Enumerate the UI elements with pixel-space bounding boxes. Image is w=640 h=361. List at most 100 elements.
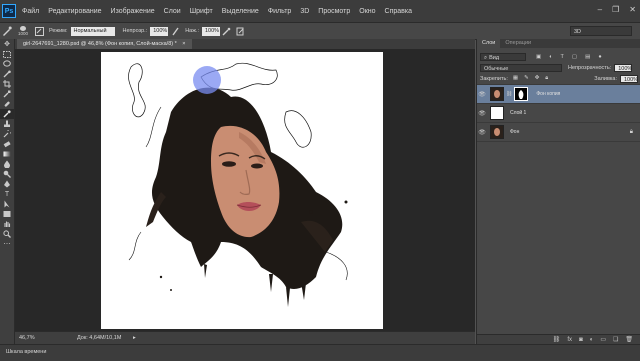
- flow-field[interactable]: 100%: [201, 26, 220, 36]
- lasso-tool-icon[interactable]: [0, 59, 14, 69]
- brush-picker-icon[interactable]: 1000: [16, 26, 30, 36]
- tab-layers[interactable]: Слои: [477, 39, 501, 48]
- menu-select[interactable]: Выделение: [222, 8, 259, 15]
- marquee-tool-icon[interactable]: [0, 49, 14, 59]
- layer-filter-select[interactable]: ⌕ Вид: [480, 52, 526, 61]
- type-tool-icon[interactable]: T: [0, 189, 14, 199]
- gradient-tool-icon[interactable]: [0, 149, 14, 159]
- menu-image[interactable]: Изображение: [111, 8, 155, 15]
- path-selection-tool-icon[interactable]: [0, 199, 14, 209]
- lock-position-icon[interactable]: ✥: [535, 75, 540, 82]
- brush-panel-icon[interactable]: [34, 26, 44, 36]
- menu-help[interactable]: Справка: [385, 8, 412, 15]
- healing-brush-tool-icon[interactable]: [0, 99, 14, 109]
- airbrush-icon[interactable]: [222, 26, 232, 36]
- close-button[interactable]: ✕: [629, 5, 636, 14]
- move-tool-icon[interactable]: ✥: [0, 39, 14, 49]
- restore-button[interactable]: ❐: [612, 5, 619, 14]
- artwork-image: [128, 62, 348, 307]
- zoom-tool-icon[interactable]: [0, 229, 14, 239]
- zoom-readout[interactable]: 46,7%: [19, 332, 35, 344]
- filter-toggle-icon[interactable]: ●: [598, 54, 601, 60]
- opacity-field[interactable]: 100%: [150, 26, 169, 36]
- menu-bar: Ps Файл Редактирование Изображение Слои …: [0, 0, 640, 22]
- lock-all-icon[interactable]: 🔒︎: [545, 75, 548, 82]
- visibility-eye-icon[interactable]: 👁︎: [477, 129, 487, 136]
- layer-style-icon[interactable]: fx: [567, 337, 572, 343]
- layer-name[interactable]: Фон: [510, 129, 519, 135]
- history-brush-tool-icon[interactable]: [0, 129, 14, 139]
- menu-window[interactable]: Окно: [359, 8, 375, 15]
- tools-panel: ✥ T ⋯: [0, 39, 15, 361]
- pressure-size-icon[interactable]: [236, 26, 246, 36]
- workspace-select[interactable]: 3D: [570, 26, 632, 36]
- timeline-panel: Шкала времени: [0, 344, 640, 361]
- document-tab-title: girl-2647691_1280.psd @ 46,8% (Фон копия…: [23, 41, 177, 47]
- layer-row-background[interactable]: 👁︎ Фон 🔒︎: [477, 123, 640, 142]
- status-menu-arrow[interactable]: ▸: [133, 332, 136, 344]
- brush-size-value: 1000: [17, 31, 28, 36]
- menu-view[interactable]: Просмотр: [318, 8, 350, 15]
- document-tab[interactable]: girl-2647691_1280.psd @ 46,8% (Фон копия…: [17, 39, 192, 49]
- crop-tool-icon[interactable]: [0, 79, 14, 89]
- flow-label: Наж.:: [185, 28, 199, 34]
- menu-3d[interactable]: 3D: [300, 8, 309, 15]
- link-layers-icon[interactable]: ⛓︎: [553, 336, 561, 343]
- tab-history[interactable]: Операции: [500, 39, 536, 48]
- lock-transparency-icon[interactable]: ▦: [513, 75, 518, 82]
- clone-stamp-tool-icon[interactable]: [0, 119, 14, 129]
- timeline-label[interactable]: Шкала времени: [6, 349, 46, 355]
- hand-tool-icon[interactable]: [0, 219, 14, 229]
- fill-field[interactable]: 100%: [620, 74, 638, 83]
- blend-mode-select[interactable]: Обычные: [480, 63, 562, 72]
- filter-smart-object-icon[interactable]: ▤: [585, 54, 590, 60]
- shape-tool-icon[interactable]: [0, 209, 14, 219]
- menu-filter[interactable]: Фильтр: [268, 8, 292, 15]
- layer-mask-thumbnail[interactable]: [514, 87, 529, 101]
- pen-tool-icon[interactable]: [0, 179, 14, 189]
- menu-type[interactable]: Шрифт: [190, 8, 213, 15]
- document-tab-close-icon[interactable]: ×: [182, 41, 185, 47]
- visibility-eye-icon[interactable]: 👁︎: [477, 110, 487, 117]
- filter-pixel-icon[interactable]: ▣: [536, 54, 541, 60]
- document-canvas[interactable]: [101, 52, 383, 329]
- mode-label: Режим:: [49, 28, 68, 34]
- filter-adjustment-icon[interactable]: ◐: [549, 54, 552, 60]
- pressure-opacity-icon[interactable]: [170, 26, 180, 36]
- layer-name[interactable]: Фон копия: [536, 91, 560, 97]
- layer-thumbnail: [490, 87, 504, 101]
- opacity-label: Непрозр.:: [122, 28, 148, 34]
- layer-opacity-label: Непрозрачность:: [568, 64, 612, 71]
- dodge-tool-icon[interactable]: [0, 169, 14, 179]
- layer-row-background-copy[interactable]: 👁︎ ⛓︎ Фон копия: [477, 85, 640, 104]
- adjustment-layer-icon[interactable]: ◐: [590, 337, 594, 343]
- brush-tool-icon[interactable]: [0, 109, 14, 119]
- filter-shape-icon[interactable]: ▢: [572, 54, 577, 60]
- delete-layer-icon[interactable]: 🗑︎: [625, 336, 633, 343]
- brush-tool-preset-icon[interactable]: [2, 26, 12, 36]
- more-tools-icon[interactable]: ⋯: [0, 239, 14, 249]
- blur-tool-icon[interactable]: [0, 159, 14, 169]
- minimize-button[interactable]: –: [598, 5, 602, 14]
- document-tab-bar: girl-2647691_1280.psd @ 46,8% (Фон копия…: [15, 39, 475, 49]
- new-group-icon[interactable]: ▭: [600, 336, 606, 343]
- layer-row-layer-1[interactable]: 👁︎ Слой 1: [477, 104, 640, 123]
- quick-selection-tool-icon[interactable]: [0, 69, 14, 79]
- window-controls: – ❐ ✕: [598, 5, 636, 14]
- eyedropper-tool-icon[interactable]: [0, 89, 14, 99]
- layer-opacity-field[interactable]: 100%: [614, 63, 632, 72]
- menu-edit[interactable]: Редактирование: [48, 8, 101, 15]
- layer-lock-icon: 🔒︎: [629, 128, 633, 135]
- menu-layers[interactable]: Слои: [164, 8, 181, 15]
- canvas-area[interactable]: [15, 49, 475, 331]
- filter-type-icon[interactable]: T: [561, 54, 564, 60]
- new-layer-icon[interactable]: ❏: [613, 336, 618, 343]
- mode-select[interactable]: Нормальный: [70, 26, 115, 36]
- menu-file[interactable]: Файл: [22, 8, 39, 15]
- mask-link-icon[interactable]: ⛓︎: [506, 91, 512, 97]
- layer-name[interactable]: Слой 1: [510, 110, 526, 116]
- add-mask-icon[interactable]: ◙: [579, 337, 583, 343]
- lock-image-icon[interactable]: ✎: [524, 75, 529, 82]
- eraser-tool-icon[interactable]: [0, 139, 14, 149]
- visibility-eye-icon[interactable]: 👁︎: [477, 91, 487, 98]
